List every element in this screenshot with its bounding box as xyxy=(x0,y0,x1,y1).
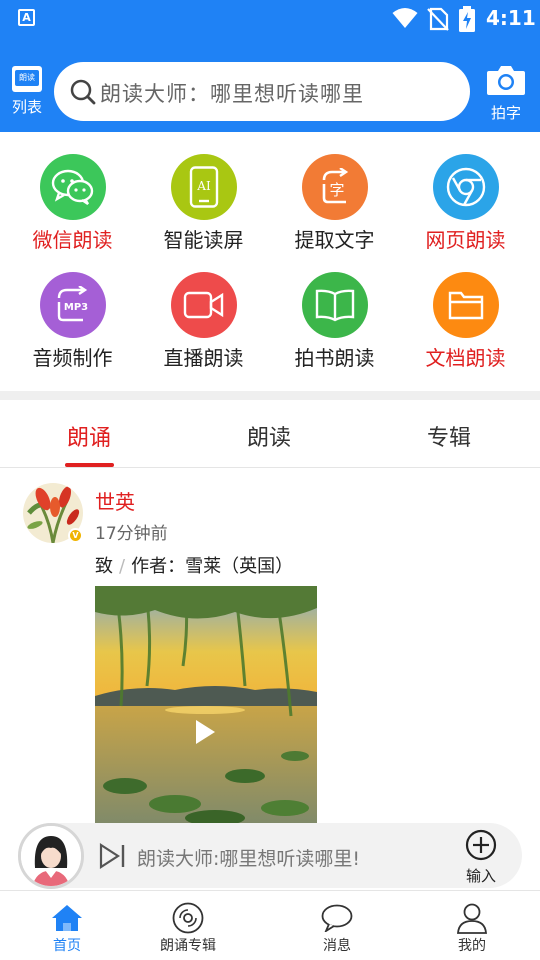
clock: 4:11 xyxy=(486,6,536,30)
disc-icon xyxy=(172,902,204,934)
nav-messages[interactable]: 消息 xyxy=(292,901,382,955)
verified-badge: V xyxy=(68,528,83,543)
svg-text:字: 字 xyxy=(329,181,344,199)
text-extract-icon: 字 xyxy=(301,154,368,220)
home-icon xyxy=(52,905,82,931)
nav-label: 朗诵专辑 xyxy=(160,938,216,954)
feature-label: 直播朗读 xyxy=(163,346,244,370)
content-tabs: 朗诵 朗读 专辑 xyxy=(0,400,540,468)
app-notification-icon: A xyxy=(18,9,35,26)
status-bar: A 4:11 xyxy=(0,0,540,36)
feature-label: 微信朗读 xyxy=(32,228,113,252)
audio-player-bar: 朗读大师:哪里想听读哪里! 输入 xyxy=(18,823,522,889)
feature-live-read[interactable]: 直播朗读 xyxy=(138,272,269,371)
feature-web-read[interactable]: 网页朗读 xyxy=(400,154,531,253)
feature-document-read[interactable]: 文档朗读 xyxy=(400,272,531,371)
folder-icon xyxy=(432,272,499,338)
camera-button[interactable]: 拍字 xyxy=(484,64,528,124)
feature-label: 智能读屏 xyxy=(163,228,244,252)
list-label: 列表 xyxy=(11,98,42,116)
app-screen: A 4:11 朗读 列表 朗读大师：哪里想听读哪里 拍字 微信朗读 AI 智能读… xyxy=(0,0,540,960)
nav-home[interactable]: 首页 xyxy=(22,901,112,955)
add-circle-icon xyxy=(465,829,497,861)
book-list-icon: 朗读 xyxy=(12,66,42,92)
no-sim-icon xyxy=(427,7,449,31)
post-video-thumbnail[interactable] xyxy=(95,586,317,826)
wifi-icon xyxy=(392,8,418,28)
feature-label: 音频制作 xyxy=(32,346,113,370)
search-placeholder: 朗读大师：哪里想听读哪里 xyxy=(100,82,364,106)
active-tab-indicator xyxy=(65,463,114,467)
post-title[interactable]: 致 / 作者：雪莱（英国） xyxy=(95,552,293,578)
feature-label: 提取文字 xyxy=(294,228,375,252)
open-book-icon xyxy=(301,272,368,338)
video-camera-icon xyxy=(170,272,237,338)
input-button[interactable]: 输入 xyxy=(458,829,504,886)
search-icon xyxy=(70,79,96,105)
skip-next-icon[interactable] xyxy=(98,843,126,869)
message-icon xyxy=(321,904,353,932)
player-text: 朗读大师:哪里想听读哪里! xyxy=(137,848,361,870)
feature-audio-make[interactable]: MP3 音频制作 xyxy=(7,272,138,371)
tab-albums[interactable]: 专辑 xyxy=(427,420,471,452)
tab-reading[interactable]: 朗读 xyxy=(247,420,291,452)
post-time: 17分钟前 xyxy=(95,524,168,544)
player-avatar[interactable] xyxy=(18,823,84,889)
feature-extract-text[interactable]: 字 提取文字 xyxy=(269,154,400,253)
feature-label: 文档朗读 xyxy=(425,346,506,370)
ai-phone-icon: AI xyxy=(170,154,237,220)
section-divider xyxy=(0,391,540,400)
input-label: 输入 xyxy=(465,867,496,885)
camera-icon xyxy=(487,66,525,95)
nav-label: 我的 xyxy=(458,938,486,954)
feature-wechat-read[interactable]: 微信朗读 xyxy=(7,154,138,253)
person-icon xyxy=(457,903,487,934)
camera-label: 拍字 xyxy=(490,104,521,122)
svg-text:MP3: MP3 xyxy=(63,302,87,313)
feature-label: 网页朗读 xyxy=(425,228,506,252)
post-author[interactable]: 世英 xyxy=(95,486,135,515)
feature-photo-book-read[interactable]: 拍书朗读 xyxy=(269,272,400,371)
nav-albums[interactable]: 朗诵专辑 xyxy=(143,901,233,955)
nav-label: 首页 xyxy=(53,938,81,954)
svg-text:AI: AI xyxy=(196,179,211,193)
search-bar[interactable]: 朗读大师：哪里想听读哪里 xyxy=(54,62,470,121)
bottom-navigation: 首页 朗诵专辑 消息 我的 xyxy=(0,890,540,960)
tab-recitation[interactable]: 朗诵 xyxy=(67,420,111,452)
nav-mine[interactable]: 我的 xyxy=(427,901,517,955)
feature-smart-screen-read[interactable]: AI 智能读屏 xyxy=(138,154,269,253)
nav-label: 消息 xyxy=(323,938,351,954)
list-button[interactable]: 朗读 列表 xyxy=(6,64,48,124)
mp3-icon: MP3 xyxy=(39,272,106,338)
feature-label: 拍书朗读 xyxy=(294,346,375,370)
battery-charging-icon xyxy=(459,6,475,32)
wechat-icon xyxy=(39,154,106,220)
browser-icon xyxy=(432,154,499,220)
